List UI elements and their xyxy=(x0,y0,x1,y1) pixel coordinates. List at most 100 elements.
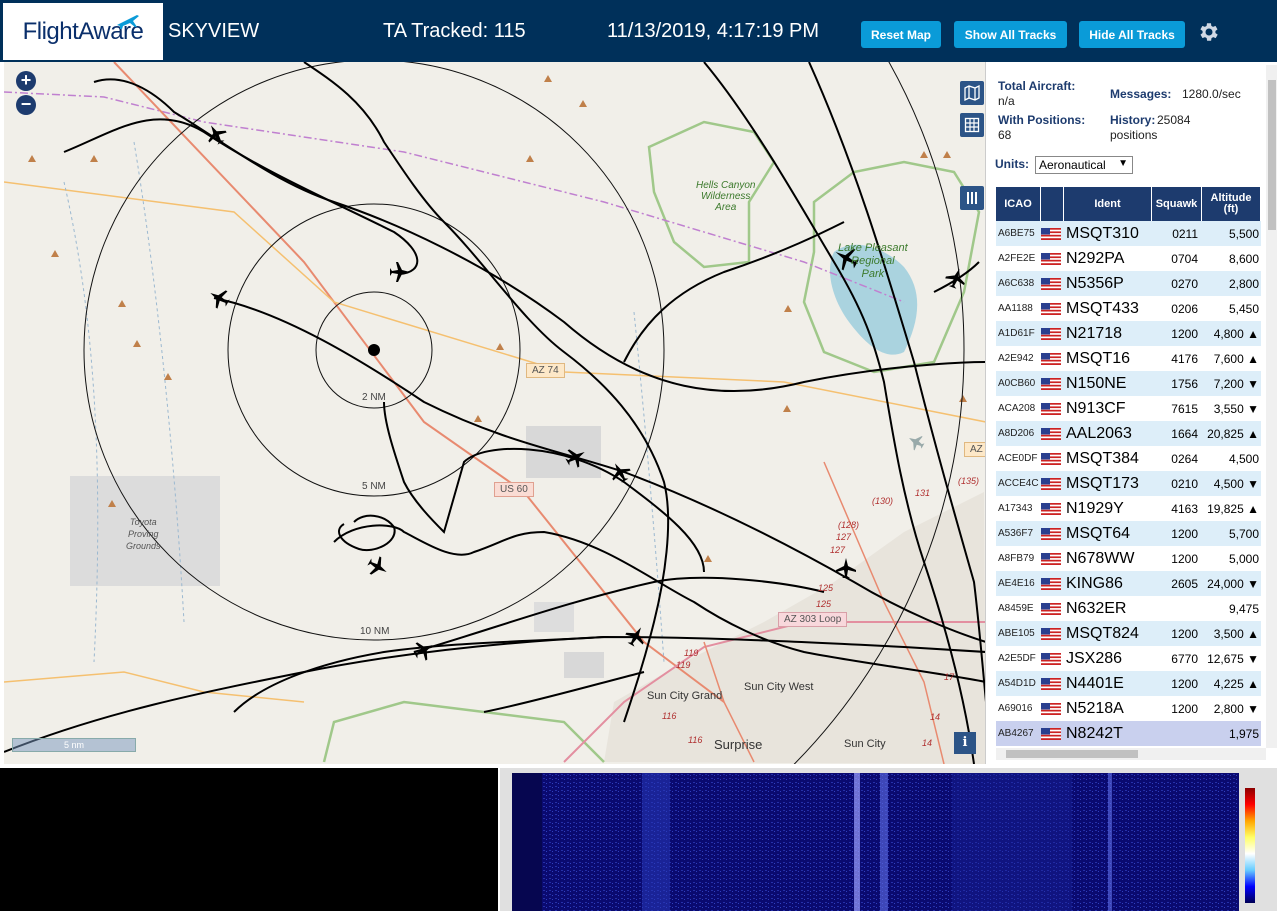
table-row[interactable]: A1D61F N21718 1200 4,800 ▲ xyxy=(996,321,1261,346)
table-row[interactable]: AA1188 MSQT433 0206 5,450 xyxy=(996,296,1261,321)
table-row[interactable]: A536F7 MSQT64 1200 5,700 xyxy=(996,521,1261,546)
ident-cell: MSQT173 xyxy=(1066,474,1139,492)
reset-map-button[interactable]: Reset Map xyxy=(861,21,941,48)
table-row[interactable]: ACA208 N913CF 7615 3,550 ▼ xyxy=(996,396,1261,421)
squawk-cell: 0704 xyxy=(1171,251,1198,266)
altitude-cell: 5,000 xyxy=(1228,551,1259,566)
table-row[interactable]: ABE105 MSQT824 1200 3,500 ▲ xyxy=(996,621,1261,646)
route-num: 127 xyxy=(836,532,852,542)
ident-cell: MSQT433 xyxy=(1066,299,1139,317)
ident-cell: N292PA xyxy=(1066,249,1125,267)
table-row[interactable]: A2FE2E N292PA 0704 8,600 xyxy=(996,246,1261,271)
table-row[interactable]: A0CB60 N150NE 1756 7,200 ▼ xyxy=(996,371,1261,396)
columns-toggle-button[interactable] xyxy=(960,186,984,210)
altitude-cell: 1,975 xyxy=(1228,726,1259,741)
icao-cell: A8459E xyxy=(998,603,1034,614)
route-num: 116 xyxy=(688,735,703,745)
sun-city-grand-label: Sun City Grand xyxy=(647,690,723,702)
map-view[interactable]: 2 NM 5 NM 10 NM Hells Canyon Wilderness Ar… xyxy=(4,62,986,764)
col-squawk[interactable]: Squawk xyxy=(1152,187,1202,221)
route-num: 119 xyxy=(676,660,691,670)
ident-cell: N678WW xyxy=(1066,549,1135,567)
squawk-cell: 1200 xyxy=(1171,551,1198,566)
route-num: 17 xyxy=(944,672,955,682)
col-altitude[interactable]: Altitude (ft) xyxy=(1202,187,1261,221)
table-row[interactable]: ACCE4C MSQT173 0210 4,500 ▼ xyxy=(996,471,1261,496)
ident-cell: N5356P xyxy=(1066,274,1124,292)
table-row[interactable]: A2E5DF JSX286 6770 12,675 ▼ xyxy=(996,646,1261,671)
us-flag-icon xyxy=(1041,302,1064,315)
altitude-cell: 3,500 ▲ xyxy=(1213,626,1259,641)
ident-cell: MSQT824 xyxy=(1066,624,1139,642)
table-row[interactable]: A17343 N1929Y 4163 19,825 ▲ xyxy=(996,496,1261,521)
table-row[interactable]: A69016 N5218A 1200 2,800 ▼ xyxy=(996,696,1261,721)
messages-label: Messages: xyxy=(1110,87,1172,101)
altitude-cell: 12,675 ▼ xyxy=(1207,651,1259,666)
icao-cell: A8FB79 xyxy=(998,553,1035,564)
units-value: Aeronautical xyxy=(1039,158,1106,172)
ident-cell: MSQT384 xyxy=(1066,449,1139,467)
zoom-in-button[interactable]: + xyxy=(16,71,36,91)
table-row[interactable]: A6C638 N5356P 0270 2,800 xyxy=(996,271,1261,296)
icao-cell: ACCE4C xyxy=(998,478,1039,489)
scale-bar: 5 nm xyxy=(12,738,136,752)
altitude-cell: 4,500 ▼ xyxy=(1213,476,1259,491)
table-row[interactable]: ACE0DF MSQT384 0264 4,500 xyxy=(996,446,1261,471)
ident-cell: N150NE xyxy=(1066,374,1127,392)
icao-cell: A2E942 xyxy=(998,353,1034,364)
us-flag-icon xyxy=(1041,377,1064,390)
us-flag-icon xyxy=(1041,727,1064,740)
icao-cell: A6BE75 xyxy=(998,228,1035,239)
units-select[interactable]: Aeronautical ▼ xyxy=(1035,156,1133,174)
settings-gear-icon[interactable] xyxy=(1196,20,1220,44)
map-layers-button[interactable] xyxy=(960,81,984,105)
icao-cell: AA1188 xyxy=(998,303,1033,314)
zoom-out-button[interactable]: − xyxy=(16,95,36,115)
us-flag-icon xyxy=(1041,502,1064,515)
flightaware-logo[interactable]: FlightAware xyxy=(3,3,163,60)
hells-canyon-label: Hells Canyon Wilderness Area xyxy=(696,180,756,213)
route-num: 14 xyxy=(922,738,933,748)
hide-all-tracks-button[interactable]: Hide All Tracks xyxy=(1079,21,1185,48)
lake-pleasant-label: Lake Pleasant Regional Park xyxy=(838,242,908,280)
scrollbar-thumb[interactable] xyxy=(1268,80,1276,230)
with-positions-label: With Positions: xyxy=(998,113,1086,127)
app-title: SKYVIEW xyxy=(168,20,260,42)
with-positions-value: 68 xyxy=(998,128,1012,142)
altitude-cell: 8,600 xyxy=(1228,251,1259,266)
range-label-5nm: 5 NM xyxy=(362,481,386,492)
us-flag-icon xyxy=(1041,227,1064,240)
table-row[interactable]: A54D1D N4401E 1200 4,225 ▲ xyxy=(996,671,1261,696)
table-row[interactable]: A8459E N632ER 9,475 xyxy=(996,596,1261,621)
icao-cell: A2E5DF xyxy=(998,653,1036,664)
spectrogram-canvas xyxy=(512,773,1239,911)
route-num: (128) xyxy=(838,520,860,530)
show-all-tracks-button[interactable]: Show All Tracks xyxy=(954,21,1067,48)
table-row[interactable]: AB4267 N8242T 1,975 xyxy=(996,721,1261,746)
altitude-cell: 2,800 ▼ xyxy=(1213,701,1259,716)
table-row[interactable]: A8D206 AAL2063 1664 20,825 ▲ xyxy=(996,421,1261,446)
top-header: FlightAware SKYVIEW TA Tracked: 115 11/1… xyxy=(0,0,1277,62)
table-row[interactable]: A8FB79 N678WW 1200 5,000 xyxy=(996,546,1261,571)
col-icao[interactable]: ICAO xyxy=(996,187,1041,221)
az74-label: AZ 74 xyxy=(526,363,565,378)
table-row[interactable]: AE4E16 KING86 2605 24,000 ▼ xyxy=(996,571,1261,596)
squawk-cell: 0211 xyxy=(1172,226,1198,241)
horizontal-scrollbar-thumb[interactable] xyxy=(1006,750,1138,758)
ident-cell: JSX286 xyxy=(1066,649,1123,667)
ident-cell: N4401E xyxy=(1066,674,1124,692)
col-ident[interactable]: Ident xyxy=(1064,187,1152,221)
col-flag[interactable] xyxy=(1041,187,1064,221)
altitude-cell: 5,450 xyxy=(1228,301,1259,316)
us-flag-icon xyxy=(1041,327,1064,340)
grid-toggle-button[interactable] xyxy=(960,113,984,137)
table-header: ICAO Ident Squawk Altitude (ft) xyxy=(996,187,1261,221)
ident-cell: MSQT310 xyxy=(1066,224,1139,242)
squawk-cell: 1200 xyxy=(1171,676,1198,691)
route-num: 131 xyxy=(915,488,931,498)
table-row[interactable]: A2E942 MSQT16 4176 7,600 ▲ xyxy=(996,346,1261,371)
table-row[interactable]: A6BE75 MSQT310 0211 5,500 xyxy=(996,221,1261,246)
info-button[interactable]: i xyxy=(954,732,976,754)
icao-cell: ABE105 xyxy=(998,628,1035,639)
icao-cell: ACA208 xyxy=(998,403,1036,414)
